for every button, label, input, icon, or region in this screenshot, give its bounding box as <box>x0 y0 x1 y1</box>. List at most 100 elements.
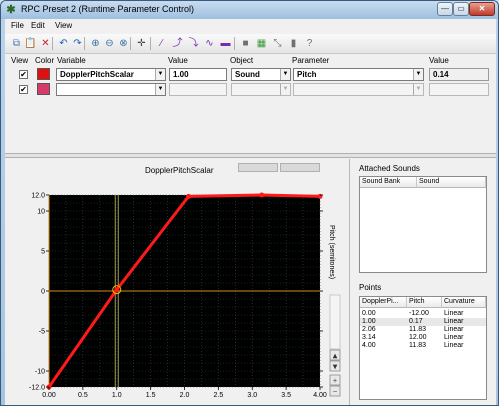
grid-icon[interactable]: ■ <box>239 37 252 50</box>
add-point-icon[interactable]: ✛ <box>135 37 148 50</box>
menu-view[interactable]: View <box>55 21 72 30</box>
close-button[interactable]: ✕ <box>469 2 495 16</box>
info-icon[interactable]: ▮ <box>287 37 300 50</box>
menu-edit[interactable]: Edit <box>31 21 45 30</box>
toolbar-separator <box>84 37 85 50</box>
title-bar[interactable]: ✱ RPC Preset 2 (Runtime Parameter Contro… <box>1 1 498 19</box>
view-checkbox-2[interactable]: ✔ <box>19 85 28 94</box>
column-sound-bank[interactable]: Sound Bank <box>360 177 417 188</box>
column-curvature[interactable]: Curvature <box>442 297 486 308</box>
variable-select-1-value: DopplerPitchScalar <box>60 70 134 79</box>
menu-file[interactable]: File <box>11 21 24 30</box>
curve-sincos-icon[interactable]: ∿ <box>203 37 216 50</box>
zoom-out-icon[interactable]: ⊖ <box>103 37 116 50</box>
toolbar-separator <box>130 37 131 50</box>
help-icon[interactable]: ? <box>303 37 316 50</box>
x-tick-label: 2.0 <box>180 392 190 399</box>
scroll-up-button-glyph: ▲ <box>333 353 338 360</box>
parameter-value-2 <box>429 83 489 96</box>
view-checkbox-1[interactable]: ✔ <box>19 70 28 79</box>
x-tick-label: 3.5 <box>281 392 291 399</box>
curve-step-icon[interactable]: ▬ <box>219 37 232 50</box>
y-tick-label: 5 <box>41 249 45 256</box>
graph-tab-2[interactable] <box>280 163 320 172</box>
color-swatch-2[interactable] <box>37 83 50 95</box>
point-cell: 2.06 <box>362 326 376 333</box>
variable-select-1[interactable]: DopplerPitchScalar ▼ <box>56 68 166 81</box>
header-color: Color <box>35 56 55 65</box>
copy-icon[interactable]: ⧉ <box>10 37 23 50</box>
attached-sounds-label: Attached Sounds <box>359 164 420 173</box>
undo-icon[interactable]: ↶ <box>57 37 70 50</box>
client-area: File Edit View ⧉ 📋 ✕ ↶ ↷ ⊕ ⊖ ⊗ ✛ ∕ ⤴ ⤵ ∿ ▬ ■ ▦ ⤡ ▮? View … <box>5 19 496 405</box>
column-pitch[interactable]: Pitch <box>407 297 442 308</box>
delete-icon[interactable]: ✕ <box>39 37 52 50</box>
app-icon: ✱ <box>6 4 16 16</box>
zoom-in-icon[interactable]: ⊕ <box>89 37 102 50</box>
x-tick-label: 0.5 <box>78 392 88 399</box>
y-tick-label: -10 <box>35 369 45 376</box>
point-cell: 1.00 <box>362 318 376 325</box>
chevron-down-icon: ▼ <box>155 84 165 95</box>
object-select-2: ▼ <box>231 83 291 96</box>
x-tick-label: 2.5 <box>214 392 224 399</box>
variable-select-2[interactable]: ▼ <box>56 83 166 96</box>
header-param-value: Value <box>429 56 449 65</box>
x-tick-label: 0.00 <box>42 392 56 399</box>
points-list[interactable]: DopplerPi... Pitch Curvature 0.00 -12.00 L… <box>359 296 487 400</box>
parameter-value-1: 0.14 <box>429 68 489 81</box>
point-cell: Linear <box>444 318 464 325</box>
curve-slow-icon[interactable]: ⤵ <box>187 37 200 50</box>
side-panel: Attached Sounds Sound Bank Sound Points … <box>351 159 496 405</box>
zoom-reset-icon[interactable]: ⊗ <box>117 37 130 50</box>
point-cell: Linear <box>444 342 464 349</box>
zoom-in-button-glyph: + <box>332 378 337 385</box>
parameter-select-1-value: Pitch <box>297 70 317 79</box>
variable-value-field-1[interactable]: 1.00 <box>169 68 227 81</box>
header-view: View <box>11 56 29 65</box>
curve-linear-icon[interactable]: ∕ <box>155 37 168 50</box>
column-sound[interactable]: Sound <box>417 177 486 188</box>
data-point <box>259 192 265 198</box>
color-swatch-1[interactable] <box>37 68 50 80</box>
rpc-curve-chart[interactable]: 12.0 10 5 0 -5 -10 -12.00.00 0.5 1.0 1.5 2.0 2.5 3.0… <box>5 173 350 403</box>
y-tick-label: -12.0 <box>29 385 45 392</box>
column-variable[interactable]: DopplerPi... <box>360 297 407 308</box>
x-tick-label: 4.00 <box>313 392 327 399</box>
chevron-down-icon: ▼ <box>280 69 290 80</box>
object-select-1[interactable]: Sound ▼ <box>231 68 291 81</box>
scroll-down-button-glyph: ▼ <box>333 364 338 371</box>
list-item[interactable] <box>360 318 486 326</box>
curve-fast-icon[interactable]: ⤴ <box>171 37 184 50</box>
variable-rows-panel: View Color Variable Value Object Paramet… <box>5 55 496 153</box>
graph-tab-1[interactable] <box>238 163 278 172</box>
point-cell: 4.00 <box>362 342 376 349</box>
variable-value-field-2 <box>169 83 227 96</box>
toolbar-separator <box>234 37 235 50</box>
fit-icon[interactable]: ⤡ <box>271 37 284 50</box>
rpc-window: ✱ RPC Preset 2 (Runtime Parameter Contro… <box>0 0 499 406</box>
panel-splitter[interactable] <box>5 153 496 158</box>
point-cell: Linear <box>444 310 464 317</box>
x-tick-label: 3.0 <box>247 392 257 399</box>
parameter-select-2: ▼ <box>293 83 424 96</box>
chevron-down-icon: ▼ <box>413 69 423 80</box>
snap-icon[interactable]: ▦ <box>255 37 268 50</box>
header-variable: Variable <box>57 56 86 65</box>
y-tick-label: 10 <box>37 209 45 216</box>
points-label: Points <box>359 283 382 292</box>
maximize-button[interactable]: ▭ <box>453 2 469 16</box>
data-point <box>114 287 120 293</box>
vertical-scrollbar[interactable] <box>329 294 341 350</box>
chevron-down-icon: ▼ <box>413 84 423 95</box>
y-tick-label: -5 <box>39 329 45 336</box>
object-select-1-value: Sound <box>235 70 260 79</box>
header-parameter: Parameter <box>292 56 330 65</box>
redo-icon[interactable]: ↷ <box>71 37 84 50</box>
attached-sounds-list[interactable]: Sound Bank Sound <box>359 176 487 273</box>
parameter-select-1[interactable]: Pitch ▼ <box>293 68 424 81</box>
point-cell: 12.00 <box>409 334 427 341</box>
minimize-button[interactable]: — <box>437 2 453 16</box>
paste-icon[interactable]: 📋 <box>24 37 37 50</box>
x-tick-label: 1.0 <box>112 392 122 399</box>
